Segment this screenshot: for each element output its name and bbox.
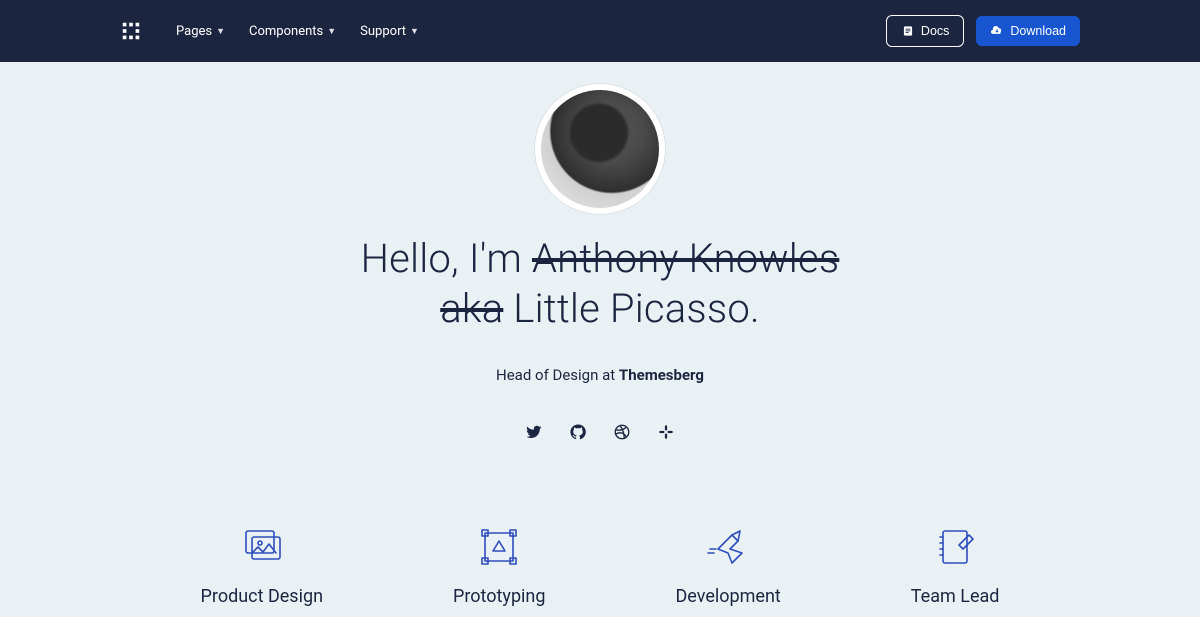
nav-right: Docs Download (886, 15, 1080, 47)
navbar-inner: Pages ▼ Components ▼ Support ▼ Docs Down… (120, 15, 1080, 47)
vector-square-icon (474, 522, 524, 572)
photos-icon (237, 522, 287, 572)
nav-link-label: Components (249, 24, 323, 39)
dribbble-link[interactable] (612, 422, 632, 442)
skill-prototyping: Prototyping (453, 522, 545, 607)
book-icon (901, 24, 915, 38)
dribbble-icon (613, 423, 631, 441)
nav-link-components[interactable]: Components ▼ (249, 24, 336, 39)
twitter-link[interactable] (524, 422, 544, 442)
chevron-down-icon: ▼ (410, 26, 419, 37)
paper-bird-icon (703, 522, 753, 572)
skills-row: Product Design Prototyping Development T… (0, 522, 1200, 607)
github-link[interactable] (568, 422, 588, 442)
display-name: Little Picasso. (503, 285, 759, 332)
logo-icon (120, 20, 142, 42)
slack-icon (657, 423, 675, 441)
nav-link-support[interactable]: Support ▼ (360, 24, 419, 39)
subtitle: Head of Design at Themesberg (0, 366, 1200, 384)
skill-label: Development (675, 586, 780, 607)
docs-label: Docs (921, 25, 949, 38)
cloud-download-icon (990, 24, 1004, 38)
download-button[interactable]: Download (976, 16, 1080, 46)
brand-logo[interactable] (120, 20, 142, 42)
nav-link-pages[interactable]: Pages ▼ (176, 24, 225, 39)
navbar: Pages ▼ Components ▼ Support ▼ Docs Down… (0, 0, 1200, 62)
github-icon (569, 423, 587, 441)
notebook-icon (930, 522, 980, 572)
greeting-prefix: Hello, I'm (361, 235, 532, 282)
avatar-frame (535, 84, 665, 214)
avatar (541, 90, 659, 208)
chevron-down-icon: ▼ (216, 26, 225, 37)
skill-label: Prototyping (453, 586, 545, 607)
headline: Hello, I'm Anthony Knowles aka Little Pi… (280, 234, 920, 334)
nav-links: Pages ▼ Components ▼ Support ▼ (176, 24, 419, 39)
social-links (0, 422, 1200, 442)
hero: Hello, I'm Anthony Knowles aka Little Pi… (0, 62, 1200, 442)
slack-link[interactable] (656, 422, 676, 442)
skill-team-lead: Team Lead (911, 522, 1000, 607)
skill-product-design: Product Design (201, 522, 323, 607)
skill-development: Development (675, 522, 780, 607)
nav-link-label: Support (360, 24, 406, 39)
strike-aka: aka (440, 285, 503, 332)
chevron-down-icon: ▼ (327, 26, 336, 37)
subtitle-prefix: Head of Design at (496, 366, 619, 384)
skill-label: Team Lead (911, 586, 1000, 607)
skill-label: Product Design (201, 586, 323, 607)
download-label: Download (1010, 25, 1066, 38)
brand-link[interactable]: Themesberg (619, 366, 704, 384)
strike-name: Anthony Knowles (532, 235, 839, 282)
twitter-icon (525, 423, 543, 441)
docs-button[interactable]: Docs (886, 15, 964, 47)
nav-link-label: Pages (176, 24, 212, 39)
